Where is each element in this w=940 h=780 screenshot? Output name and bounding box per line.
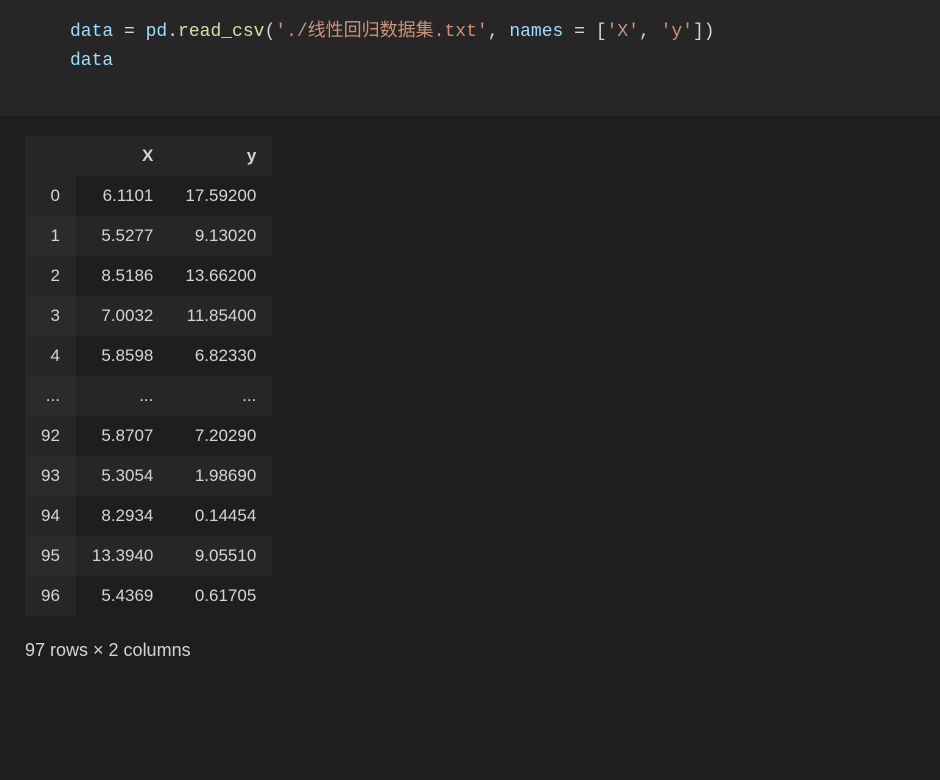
code-token: 'y' [661,22,693,42]
code-token: names [509,22,563,42]
cell-X: ... [76,376,169,416]
table-row: 948.29340.14454 [25,496,272,536]
cell-y: 1.98690 [169,456,272,496]
table-header-row: X y [25,136,272,176]
row-index: 95 [25,536,76,576]
code-token: . [167,22,178,42]
table-row: 28.518613.66200 [25,256,272,296]
cell-X: 5.4369 [76,576,169,616]
cell-y: 6.82330 [169,336,272,376]
code-token: = [113,22,145,42]
code-token: 'X' [607,22,639,42]
cell-y: 17.59200 [169,176,272,216]
table-row: 9513.39409.05510 [25,536,272,576]
column-header-X: X [76,136,169,176]
row-index: 96 [25,576,76,616]
code-token: data [70,51,113,71]
row-index: 3 [25,296,76,336]
cell-X: 8.2934 [76,496,169,536]
dataframe-table: X y 06.110117.5920015.52779.1302028.5186… [25,136,272,616]
code-token: [ [596,22,607,42]
row-index: 94 [25,496,76,536]
output-area: X y 06.110117.5920015.52779.1302028.5186… [0,116,940,661]
code-token: pd [146,22,168,42]
cell-y: ... [169,376,272,416]
row-index: ... [25,376,76,416]
cell-X: 5.5277 [76,216,169,256]
code-cell[interactable]: data = pd.read_csv('./线性回归数据集.txt', name… [0,0,940,116]
cell-y: 0.61705 [169,576,272,616]
cell-y: 11.85400 [169,296,272,336]
cell-y: 9.13020 [169,216,272,256]
table-row: 925.87077.20290 [25,416,272,456]
table-row: 06.110117.59200 [25,176,272,216]
column-header-y: y [169,136,272,176]
cell-X: 7.0032 [76,296,169,336]
table-row: 15.52779.13020 [25,216,272,256]
cell-X: 6.1101 [76,176,169,216]
cell-X: 5.8707 [76,416,169,456]
code-token: ( [264,22,275,42]
index-header [25,136,76,176]
cell-y: 0.14454 [169,496,272,536]
code-token: './线性回归数据集.txt' [275,22,487,42]
row-index: 4 [25,336,76,376]
row-index: 92 [25,416,76,456]
table-row: 965.43690.61705 [25,576,272,616]
code-token: data [70,22,113,42]
cell-X: 5.3054 [76,456,169,496]
cell-y: 7.20290 [169,416,272,456]
code-token: ]) [693,22,715,42]
row-index: 2 [25,256,76,296]
cell-X: 13.3940 [76,536,169,576]
table-row: 37.003211.85400 [25,296,272,336]
code-token: = [563,22,595,42]
code-line-1: data = pd.read_csv('./线性回归数据集.txt', name… [70,18,940,47]
table-row: ......... [25,376,272,416]
code-token: , [639,22,661,42]
cell-X: 8.5186 [76,256,169,296]
code-token: , [488,22,510,42]
cell-X: 5.8598 [76,336,169,376]
code-line-2: data [70,47,940,76]
row-index: 0 [25,176,76,216]
row-index: 93 [25,456,76,496]
table-row: 45.85986.82330 [25,336,272,376]
cell-y: 9.05510 [169,536,272,576]
dataframe-summary: 97 rows × 2 columns [25,640,940,661]
row-index: 1 [25,216,76,256]
cell-y: 13.66200 [169,256,272,296]
code-token: read_csv [178,22,264,42]
table-row: 935.30541.98690 [25,456,272,496]
